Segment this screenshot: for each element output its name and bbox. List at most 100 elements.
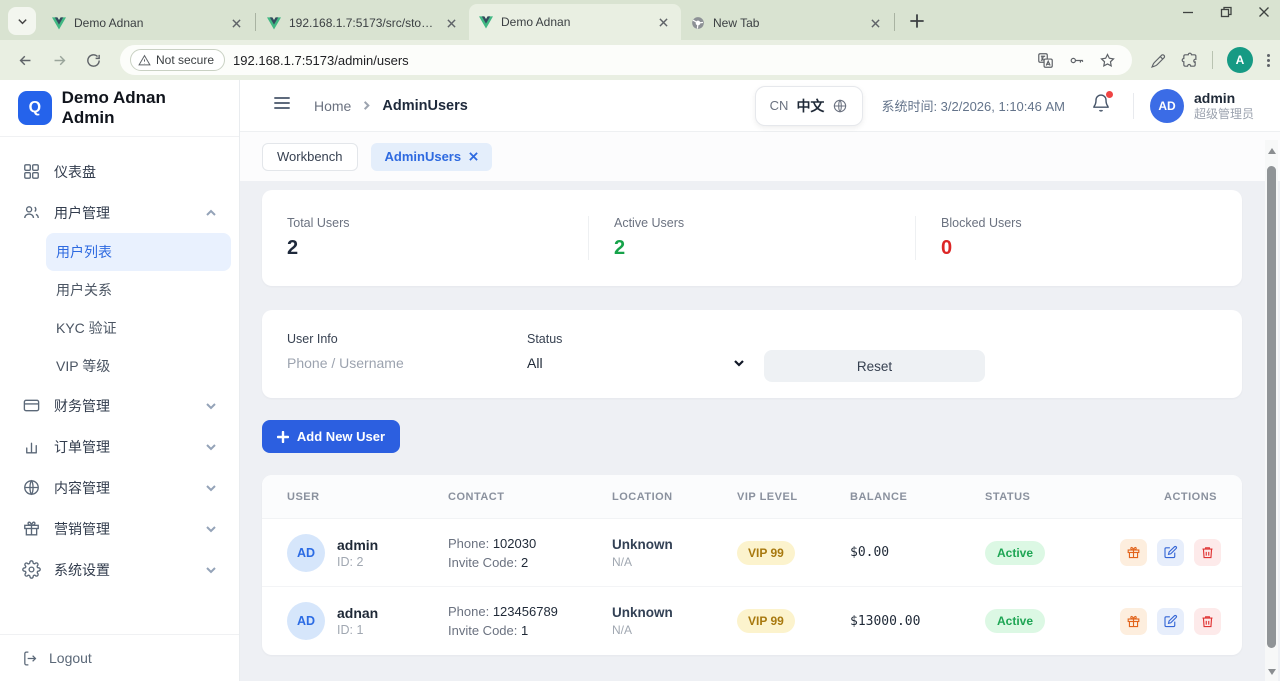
reset-button[interactable]: Reset — [764, 350, 985, 382]
hamburger-icon[interactable] — [272, 93, 292, 118]
add-new-user-label: Add New User — [297, 429, 385, 444]
table-row: AD admin ID: 2 Phone: 102030 Invite Code… — [262, 519, 1242, 587]
avatar: AD — [287, 602, 325, 640]
sidebar-item-orders[interactable]: 订单管理 — [0, 426, 239, 467]
logout-button[interactable]: Logout — [0, 634, 239, 681]
tab-close-icon[interactable] — [867, 15, 883, 31]
location-sub: N/A — [612, 622, 737, 638]
stat-blocked-users: Blocked Users 0 — [915, 216, 1242, 260]
tab-close-icon[interactable] — [443, 15, 459, 31]
language-code: CN — [770, 98, 789, 113]
avatar: AD — [287, 534, 325, 572]
content-scrollbar[interactable] — [1265, 140, 1278, 681]
gift-button[interactable] — [1120, 539, 1147, 566]
scroll-up-arrow[interactable] — [1268, 148, 1276, 154]
users-icon — [22, 203, 41, 222]
browser-tab-4[interactable]: New Tab — [681, 6, 893, 40]
browser-tab-1[interactable]: Demo Adnan — [42, 6, 254, 40]
sidebar-item-marketing[interactable]: 营销管理 — [0, 508, 239, 549]
tab-chip-label: AdminUsers — [385, 149, 462, 164]
tab-chip-adminusers[interactable]: AdminUsers — [371, 143, 493, 171]
tab-close-icon[interactable] — [228, 15, 244, 31]
tab-chip-workbench[interactable]: Workbench — [262, 143, 358, 171]
sidebar-item-label: 系统设置 — [54, 560, 192, 580]
pen-icon[interactable] — [1150, 52, 1167, 69]
password-key-icon[interactable] — [1068, 52, 1085, 69]
gift-icon — [1126, 614, 1141, 629]
edit-button[interactable] — [1157, 539, 1184, 566]
delete-button[interactable] — [1194, 539, 1221, 566]
column-header: VIP LEVEL — [737, 491, 850, 503]
bar-chart-icon — [22, 437, 41, 456]
plus-icon — [277, 431, 289, 443]
gift-icon — [1126, 545, 1141, 560]
scroll-down-arrow[interactable] — [1268, 669, 1276, 675]
status-select[interactable]: All — [527, 355, 745, 371]
sidebar-item-content[interactable]: 内容管理 — [0, 467, 239, 508]
new-tab-button[interactable] — [904, 8, 930, 34]
sidebar: Q Demo Adnan Admin 仪表盘 用户管理 用户列表 用户关系 — [0, 80, 240, 681]
logout-label: Logout — [49, 650, 92, 666]
scrollbar-thumb[interactable] — [1267, 166, 1276, 648]
app-logo-row: Q Demo Adnan Admin — [0, 80, 239, 137]
browser-menu-icon[interactable] — [1267, 54, 1270, 67]
close-window-button[interactable] — [1258, 6, 1270, 18]
sidebar-item-label: 财务管理 — [54, 396, 192, 416]
sidebar-subitem-kyc[interactable]: KYC 验证 — [0, 309, 239, 347]
forward-button[interactable] — [44, 45, 74, 75]
delete-button[interactable] — [1194, 608, 1221, 635]
language-selector[interactable]: CN 中文 — [755, 86, 864, 126]
reload-button[interactable] — [78, 45, 108, 75]
trash-icon — [1200, 545, 1215, 560]
credit-card-icon — [22, 396, 41, 415]
tab-close-icon[interactable] — [655, 14, 671, 30]
restore-button[interactable] — [1220, 6, 1232, 18]
url-text[interactable]: 192.168.1.7:5173/admin/users — [233, 53, 1029, 68]
translate-icon[interactable] — [1037, 52, 1054, 69]
add-new-user-button[interactable]: Add New User — [262, 420, 400, 453]
notification-bell[interactable] — [1091, 93, 1111, 118]
minimize-button[interactable] — [1182, 6, 1194, 18]
status-cell: Active — [985, 609, 1120, 633]
address-bar[interactable]: Not secure 192.168.1.7:5173/admin/users — [120, 45, 1132, 75]
extensions-icon[interactable] — [1181, 52, 1198, 69]
sidebar-item-label: 内容管理 — [54, 478, 192, 498]
gift-icon — [22, 519, 41, 538]
close-icon[interactable] — [469, 152, 478, 161]
sidebar-subitem-user-relations[interactable]: 用户关系 — [0, 271, 239, 309]
sidebar-subitem-label: VIP 等级 — [56, 356, 110, 376]
not-secure-badge[interactable]: Not secure — [130, 49, 225, 71]
tab-search-button[interactable] — [8, 7, 36, 35]
sidebar-subitem-user-list[interactable]: 用户列表 — [46, 233, 231, 271]
open-tabs-bar: Workbench AdminUsers — [240, 132, 1280, 181]
header-user-menu[interactable]: AD admin 超级管理员 — [1150, 89, 1254, 123]
profile-avatar[interactable]: A — [1227, 47, 1253, 73]
back-button[interactable] — [10, 45, 40, 75]
sidebar-subitem-vip[interactable]: VIP 等级 — [0, 347, 239, 385]
sidebar-item-finance[interactable]: 财务管理 — [0, 385, 239, 426]
sidebar-item-dashboard[interactable]: 仪表盘 — [0, 151, 239, 192]
sidebar-subitem-label: KYC 验证 — [56, 318, 117, 338]
breadcrumb-home[interactable]: Home — [314, 98, 351, 114]
browser-tab-3-active[interactable]: Demo Adnan — [469, 4, 681, 40]
status-badge: Active — [985, 541, 1045, 565]
location-sub: N/A — [612, 554, 737, 570]
vue-icon — [267, 17, 281, 30]
chevron-up-icon — [205, 207, 217, 219]
sidebar-item-settings[interactable]: 系统设置 — [0, 549, 239, 590]
notification-dot — [1106, 91, 1113, 98]
chevron-down-icon — [733, 357, 745, 369]
user-info-input[interactable] — [287, 355, 487, 371]
chevron-right-icon — [361, 100, 372, 111]
logout-icon — [22, 650, 39, 667]
bookmark-star-icon[interactable] — [1099, 52, 1116, 69]
breadcrumb: Home AdminUsers — [314, 98, 755, 114]
stat-value: 0 — [941, 237, 1217, 260]
page-header: Home AdminUsers CN 中文 系统时间: 3/2/2026, 1:… — [240, 80, 1280, 132]
status-select-value: All — [527, 355, 543, 371]
user-avatar: AD — [1150, 89, 1184, 123]
sidebar-item-user-management[interactable]: 用户管理 — [0, 192, 239, 233]
edit-button[interactable] — [1157, 608, 1184, 635]
gift-button[interactable] — [1120, 608, 1147, 635]
browser-tab-2[interactable]: 192.168.1.7:5173/src/store/auth — [257, 6, 469, 40]
